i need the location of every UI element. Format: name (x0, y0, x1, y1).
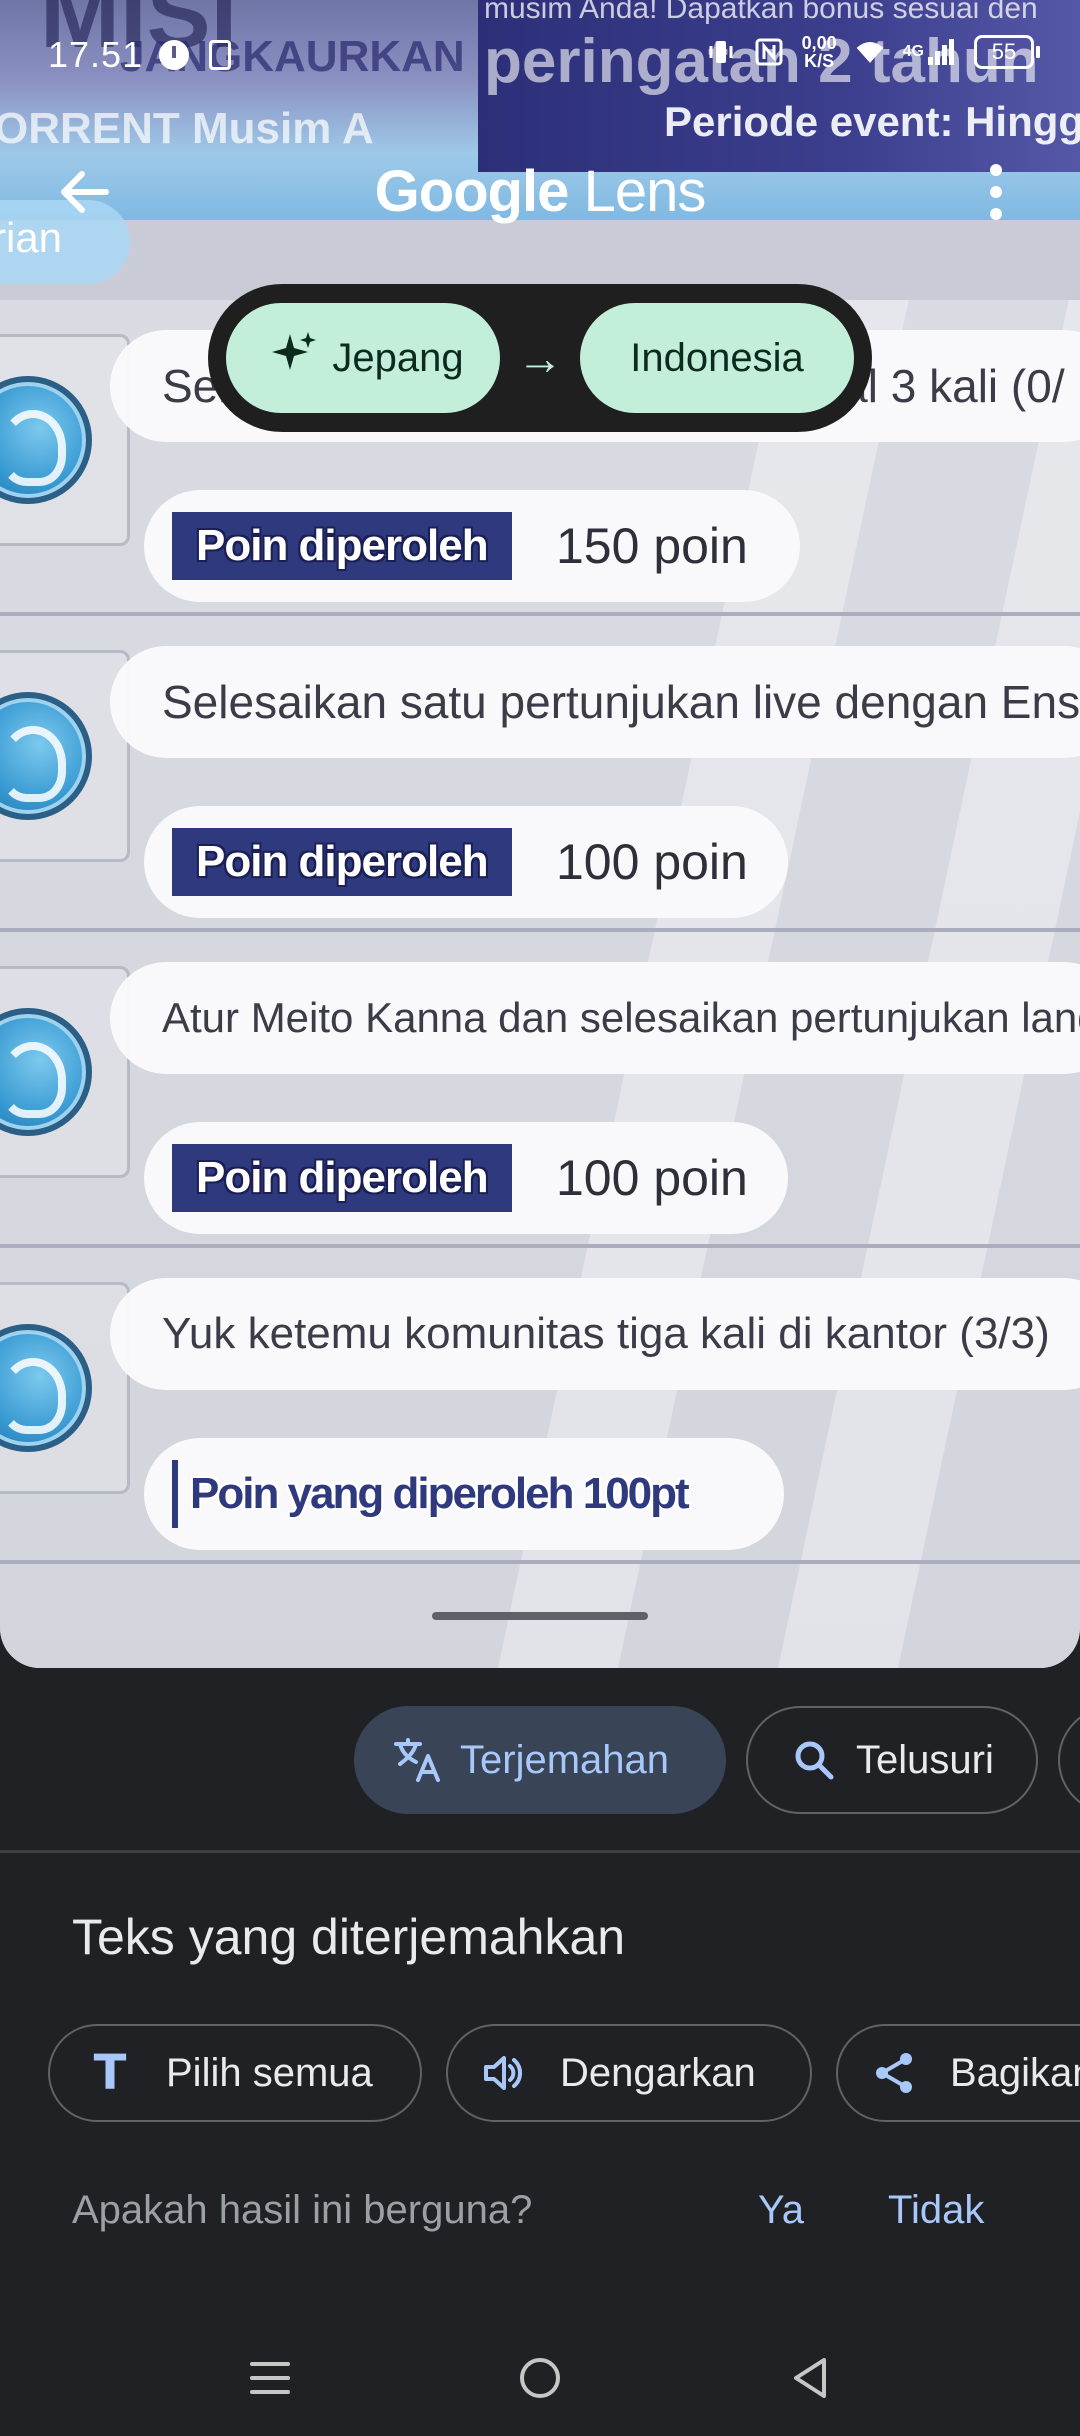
mission-item[interactable]: Yuk ketemu komunitas tiga kali di kantor… (0, 1248, 1080, 1564)
status-icons: 0,00 K/S 4G 55 (706, 34, 1040, 70)
app-title-lens: Lens (583, 159, 707, 224)
target-language-label: Indonesia (630, 335, 804, 380)
more-dot-icon (990, 208, 1002, 220)
battery-icon: 55 (974, 35, 1040, 69)
listen-label: Dengarkan (560, 2050, 756, 2095)
nav-back-button[interactable] (770, 2346, 850, 2410)
app-title: Google Lens (0, 156, 1080, 228)
battery-level: 55 (974, 35, 1034, 69)
banner-text-torrent: ORRENT Musim A (0, 104, 374, 153)
points-label[interactable]: Poin yang diperoleh 100pt (172, 1460, 712, 1528)
home-circle-icon (520, 2358, 560, 2398)
system-nav-bar (0, 2318, 1080, 2436)
signal-icon: 4G (903, 37, 956, 67)
alert-icon (159, 40, 190, 70)
net-speed-unit: K/S (804, 51, 835, 71)
more-options-button[interactable] (964, 156, 1028, 228)
translated-image: MISI JANGKAURKAN ORRENT Musim A musim An… (0, 0, 1080, 1668)
points-value[interactable]: 100 poin (556, 828, 748, 896)
app-title-google: Google (374, 159, 570, 224)
back-triangle-icon (794, 2358, 826, 2398)
text-icon: T (93, 2045, 127, 2101)
menu-icon (250, 2362, 290, 2394)
more-dot-icon (990, 164, 1002, 176)
select-all-button[interactable]: T Pilih semua (48, 2024, 422, 2122)
mission-divider (0, 1560, 1080, 1564)
mission-item[interactable]: Selesaikan satu pertunjukan live dengan … (0, 616, 1080, 932)
sparkle-icon (272, 330, 318, 386)
points-label[interactable]: Poin diperoleh (172, 512, 512, 580)
more-dot-icon (990, 186, 1002, 198)
mission-title[interactable]: Selesaikan satu pertunjukan live dengan … (110, 646, 1080, 758)
points-value[interactable]: 100 poin (556, 1144, 748, 1212)
screen: MISI JANGKAURKAN ORRENT Musim A musim An… (0, 0, 1080, 2436)
translate-icon (390, 1732, 446, 1788)
sim-icon (209, 40, 232, 70)
net-speed: 0,00 K/S (802, 34, 837, 70)
panel-title: Teks yang diterjemahkan (72, 1909, 626, 1965)
mission-title[interactable]: Yuk ketemu komunitas tiga kali di kantor… (110, 1278, 1080, 1390)
vibrate-icon (706, 37, 736, 67)
share-label: Bagikan (950, 2050, 1080, 2095)
panel-divider (0, 1850, 1080, 1853)
tab-more[interactable] (1058, 1706, 1080, 1814)
tab-search[interactable]: Telusuri (746, 1706, 1038, 1814)
share-button[interactable]: Bagikan (836, 2024, 1080, 2122)
feedback-question: Apakah hasil ini berguna? (72, 2188, 533, 2232)
tab-search-label: Telusuri (856, 1737, 994, 1782)
wifi-icon (855, 37, 885, 67)
net-speed-value: 0,00 (801, 33, 837, 53)
tab-translate-label: Terjemahan (460, 1737, 670, 1782)
source-language-chip[interactable]: Jepang (226, 303, 500, 413)
arrow-right-icon: → (517, 332, 563, 384)
sheet-drag-handle[interactable] (432, 1612, 648, 1620)
select-all-label: Pilih semua (166, 2050, 373, 2095)
mode-tabs: Terjemahan Telusuri (0, 1706, 1080, 1814)
mission-sheet: Selesaikan siaran langsung normal 3 kali… (0, 300, 1080, 1668)
listen-button[interactable]: Dengarkan (446, 2024, 812, 2122)
home-button[interactable] (500, 2346, 580, 2410)
mission-item[interactable]: Atur Meito Kanna dan selesaikan pertunju… (0, 932, 1080, 1248)
status-time: 17.51 (48, 34, 144, 75)
source-language-label: Jepang (332, 335, 464, 380)
battery-cap (1036, 46, 1040, 58)
status-bar: 17.51 0,00 K/S 4G 55 (0, 0, 1080, 110)
network-type: 4G (902, 43, 924, 60)
target-language-chip[interactable]: Indonesia (580, 303, 854, 413)
points-label[interactable]: Poin diperoleh (172, 1144, 512, 1212)
feedback-no-button[interactable]: Tidak (888, 2188, 984, 2233)
mission-title[interactable]: Atur Meito Kanna dan selesaikan pertunju… (110, 962, 1080, 1074)
points-value[interactable]: 150 poin (556, 512, 748, 580)
nfc-icon (754, 37, 784, 67)
action-chips: T Pilih semua Dengarkan Bagikan (0, 2024, 1080, 2124)
share-icon (864, 2043, 924, 2103)
tab-translate[interactable]: Terjemahan (354, 1706, 726, 1814)
language-selector: Jepang → Indonesia (208, 284, 872, 432)
points-label[interactable]: Poin diperoleh (172, 828, 512, 896)
feedback-yes-button[interactable]: Ya (758, 2188, 804, 2233)
speaker-icon (474, 2043, 534, 2103)
search-icon (786, 1732, 842, 1788)
recent-apps-button[interactable] (230, 2346, 310, 2410)
